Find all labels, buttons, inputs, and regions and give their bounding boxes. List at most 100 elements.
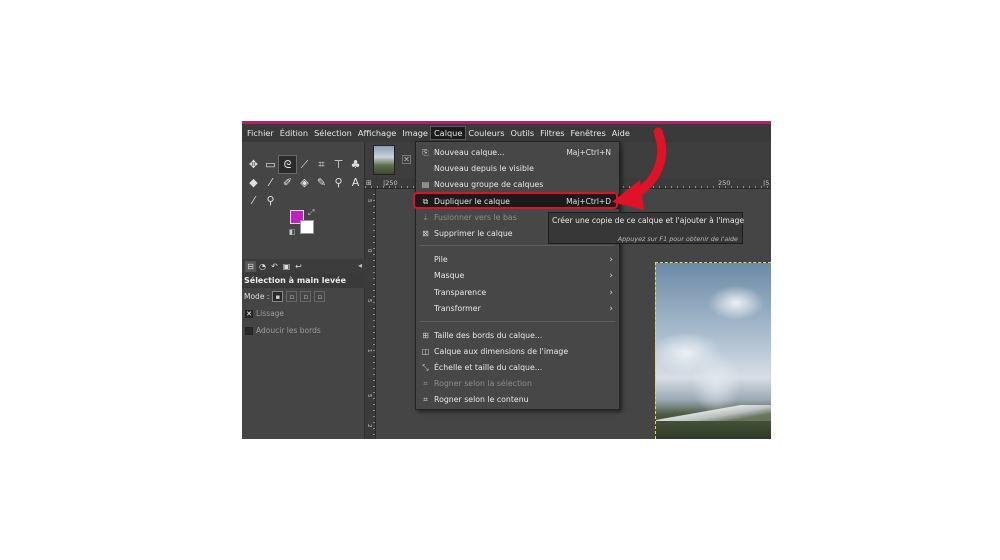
transform-icon[interactable]: ⊤ [330,156,347,173]
smudge-icon[interactable]: ✐ [279,174,296,191]
ruler-label: |5 [763,179,770,187]
menu-item-nouveau-depuis-visible[interactable]: Nouveau depuis le visible [416,161,619,176]
feather-edges-checkbox[interactable] [245,326,253,335]
layer-group-icon: ▤ [421,180,430,189]
menu-item-masque[interactable]: Masque › [416,268,619,283]
mode-row: Mode : ▪ ▫ ▫ ▫ [242,288,365,305]
antialiasing-checkbox[interactable]: ✕ [245,309,253,318]
images-tab-icon[interactable]: ▣ [281,261,292,272]
scale-layer-icon: ⤡ [422,362,429,372]
tool-options-title: Sélection à main levée [242,273,365,288]
submenu-arrow-icon: › [609,254,613,265]
menu-fichier[interactable]: Fichier [244,127,277,139]
menu-item-label: Transformer [434,304,481,313]
option-antialiasing[interactable]: ✕ Lissage [242,305,365,322]
crop-to-selection-icon: ⌗ [423,378,428,388]
submenu-arrow-icon: › [609,303,613,314]
paintbrush-icon[interactable]: ⁄ [262,174,279,191]
menu-item-label: Taille des bords du calque... [434,331,543,340]
ruler-label: 5 [366,199,372,203]
menu-item-label: Rogner selon le contenu [434,395,529,404]
calque-dropdown-menu: ⎘ Nouveau calque... Maj+Ctrl+N Nouveau d… [415,141,620,410]
arrow-head [612,180,644,210]
reset-colors-icon[interactable]: ◧ [289,228,296,236]
eraser-icon[interactable]: ◈ [296,174,313,191]
tooltip-help: Appuyez sur F1 pour obtenir de l'aide [617,235,738,243]
canvas-image[interactable] [655,262,771,439]
menu-item-label: Rogner selon la sélection [434,379,532,388]
menu-item-transparence[interactable]: Transparence › [416,285,619,300]
mode-subtract-icon[interactable]: ▫ [300,291,312,302]
ruler-label: 0 [366,249,372,253]
submenu-arrow-icon: › [609,270,613,281]
device-status-tab-icon[interactable]: ◔ [257,261,268,272]
menu-item-pile[interactable]: Pile › [416,252,619,267]
fuzzy-select-icon[interactable]: ⟋ [296,156,313,173]
image-thumbnail[interactable] [373,145,395,175]
layer-boundary-icon: ⊞ [422,331,429,340]
ruler-label: 250 [718,179,731,187]
tool-options-tab-icon[interactable]: ⊟ [245,260,256,272]
tool-options-panel: Sélection à main levée Mode : ▪ ▫ ▫ ▫ ✕ … [242,273,365,339]
mode-label: Mode : [244,292,270,301]
vertical-ruler[interactable]: 5 0 5 1 5 2 [365,189,376,439]
mode-replace-icon[interactable]: ▪ [272,291,284,302]
color-picker-icon[interactable]: ⁄ [245,192,262,209]
menu-item-label: Nouveau groupe de calques [434,180,544,189]
menu-item-label: Transparence [434,288,487,297]
tab-menu-icon[interactable]: ◂ [358,261,362,270]
menu-item-nouveau-calque[interactable]: ⎘ Nouveau calque... Maj+Ctrl+N [416,145,619,160]
menu-item-label: Masque [434,271,465,280]
clone-icon[interactable]: ✎ [313,174,330,191]
menu-item-echelle-taille[interactable]: ⤡ Échelle et taille du calque... [416,360,619,375]
tooltip-text: Créer une copie de ce calque et l'ajoute… [552,216,745,225]
tooltip: Créer une copie de ce calque et l'ajoute… [548,212,745,244]
menu-item-label: Fusionner vers le bas [434,213,517,222]
crop-icon[interactable]: ⌗ [313,156,330,173]
ruler-label: |250 [383,179,398,187]
submenu-arrow-icon: › [609,287,613,298]
menu-item-calque-aux-dimensions[interactable]: ◫ Calque aux dimensions de l'image [416,344,619,359]
menu-image[interactable]: Image [399,127,431,139]
menu-affichage[interactable]: Affichage [355,127,399,139]
undo-tab-icon[interactable]: ↩ [293,261,304,272]
menu-outils[interactable]: Outils [507,127,537,139]
warp-icon[interactable]: ♣ [347,156,364,173]
mode-intersect-icon[interactable]: ▫ [314,291,326,302]
menu-item-rogner-selection[interactable]: ⌗ Rogner selon la sélection [416,376,619,391]
move-tool-icon[interactable]: ✥ [245,156,262,173]
text-icon[interactable]: A [347,174,364,191]
option-feather-edges[interactable]: Adoucir les bords [242,322,365,339]
menu-item-label: Nouveau calque... [434,148,505,157]
swap-colors-icon[interactable]: ⤢ [308,208,314,218]
feather-edges-label: Adoucir les bords [256,326,321,335]
zoom-icon[interactable]: ⚲ [262,192,279,209]
menu-filtres[interactable]: Filtres [537,127,567,139]
antialiasing-label: Lissage [256,309,285,318]
menu-calque[interactable]: Calque [429,126,467,140]
ruler-label: 1 [366,349,372,353]
menu-couleurs[interactable]: Couleurs [465,127,507,139]
red-arrow-annotation [612,127,667,210]
menu-item-nouveau-groupe[interactable]: ▤ Nouveau groupe de calques [416,177,619,192]
merge-down-icon: ⇣ [422,213,429,222]
menu-bar: Fichier Édition Sélection Affichage Imag… [242,124,771,142]
free-select-icon[interactable]: ᘓ [278,155,297,174]
menu-selection[interactable]: Sélection [311,127,355,139]
new-layer-icon: ⎘ [422,147,429,157]
menu-edition[interactable]: Édition [277,127,311,139]
navigate-icon[interactable]: ⊞ [366,179,372,187]
paths-icon[interactable]: ⚲ [330,174,347,191]
mode-add-icon[interactable]: ▫ [286,291,298,302]
background-color-swatch[interactable] [300,220,314,234]
undo-history-tab-icon[interactable]: ↶ [269,261,280,272]
bucket-fill-icon[interactable]: ◆ [245,174,262,191]
menu-item-transformer[interactable]: Transformer › [416,301,619,316]
close-image-icon[interactable]: ✕ [402,155,411,164]
menu-item-taille-bords[interactable]: ⊞ Taille des bords du calque... [416,328,619,343]
rect-select-icon[interactable]: ▭ [262,156,279,173]
menu-item-label: Pile [434,255,448,264]
menu-item-label: Échelle et taille du calque... [434,363,543,372]
crop-to-content-icon: ⌗ [423,394,428,404]
menu-item-rogner-contenu[interactable]: ⌗ Rogner selon le contenu [416,392,619,407]
